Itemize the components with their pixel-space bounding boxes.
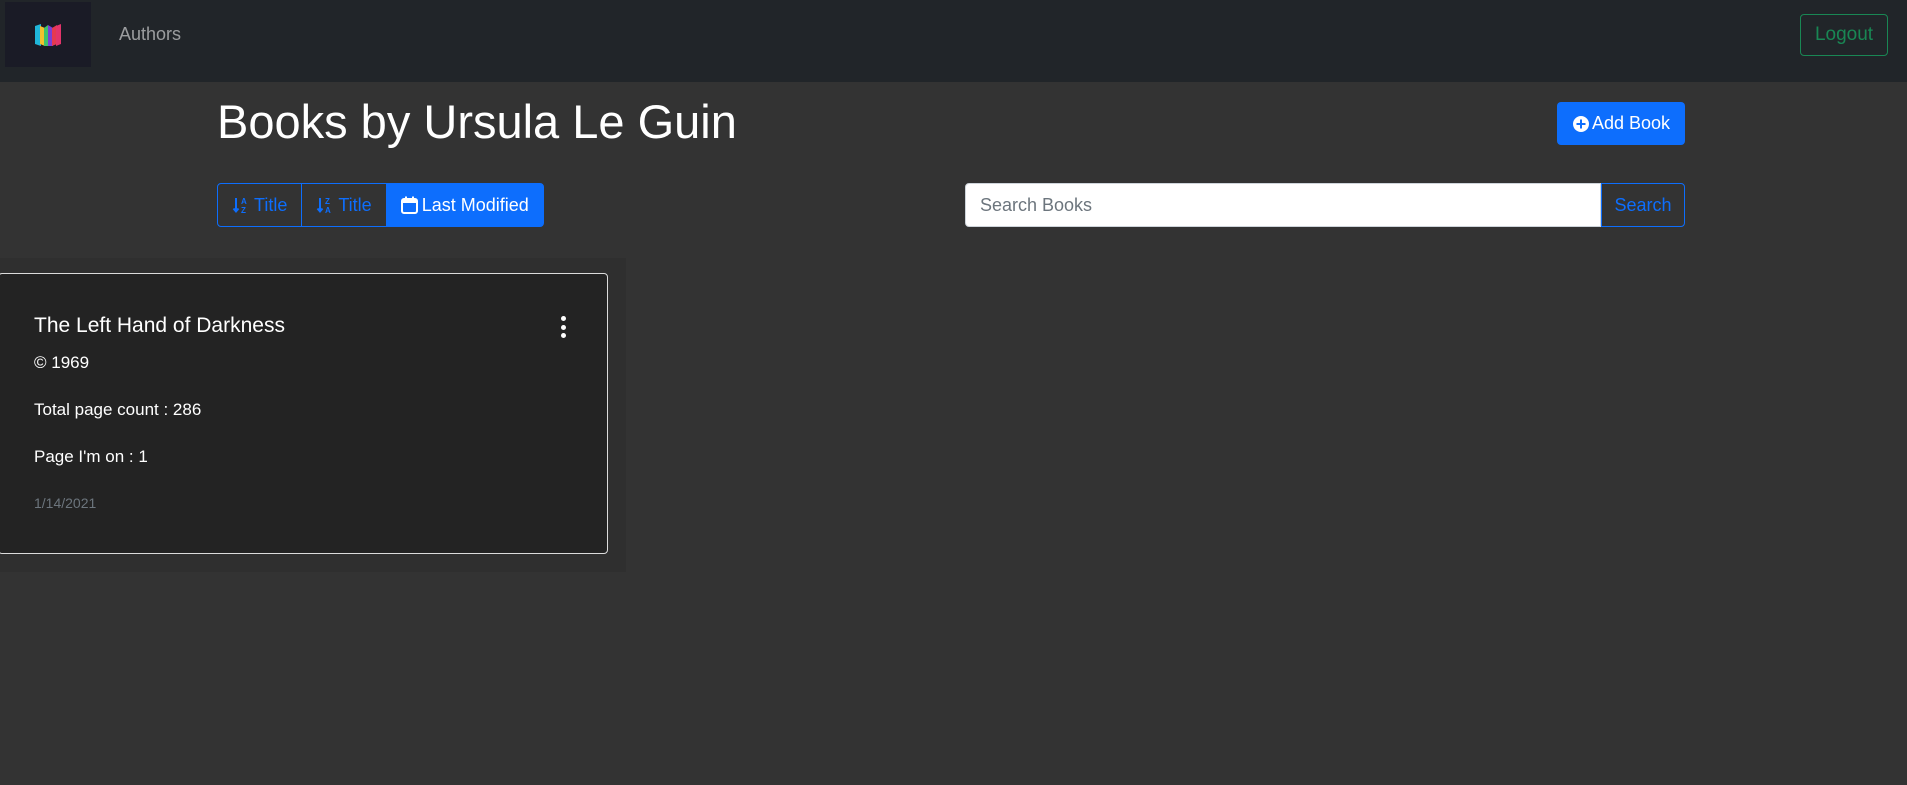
svg-text:A: A xyxy=(241,197,247,206)
sort-last-modified-button[interactable]: Last Modified xyxy=(385,183,544,227)
book-card[interactable]: The Left Hand of Darkness © 1969 Total p… xyxy=(0,273,608,554)
nav-link-authors[interactable]: Authors xyxy=(119,24,181,45)
sort-alpha-up-icon: Z A xyxy=(317,197,331,214)
top-navbar: Authors Logout xyxy=(0,0,1907,82)
sort-title-desc-button[interactable]: Z A Title xyxy=(301,183,387,227)
book-copyright: © 1969 xyxy=(34,353,90,372)
sort-title-asc-label: Title xyxy=(254,194,288,215)
brand-logo[interactable] xyxy=(5,2,91,67)
sort-last-modified-label: Last Modified xyxy=(421,194,529,215)
book-modified-date: 1/14/2021 xyxy=(34,495,97,511)
sort-button-group: A Z Title Z A Title Last Modified xyxy=(217,183,544,227)
sort-title-asc-button[interactable]: A Z Title xyxy=(217,183,303,227)
page-title: Books by Ursula Le Guin xyxy=(217,95,737,148)
book-title: The Left Hand of Darkness xyxy=(34,314,285,337)
book-current-page: Page I'm on : 1 xyxy=(34,447,148,466)
more-options-icon[interactable] xyxy=(555,316,571,338)
sort-title-desc-label: Title xyxy=(338,194,372,215)
book-total-pages: Total page count : 286 xyxy=(34,400,202,419)
svg-text:A: A xyxy=(325,206,331,214)
add-book-label: Add Book xyxy=(1591,113,1671,133)
search-button[interactable]: Search xyxy=(1601,183,1685,227)
search-input[interactable] xyxy=(965,183,1601,227)
calendar-icon xyxy=(400,196,418,214)
logout-button[interactable]: Logout xyxy=(1800,14,1888,56)
sort-alpha-down-icon: A Z xyxy=(232,197,247,214)
books-logo-icon xyxy=(35,23,61,46)
svg-text:Z: Z xyxy=(241,206,246,214)
add-book-button[interactable]: Add Book xyxy=(1557,102,1685,145)
svg-text:Z: Z xyxy=(325,197,330,206)
plus-circle-icon xyxy=(1572,115,1589,132)
